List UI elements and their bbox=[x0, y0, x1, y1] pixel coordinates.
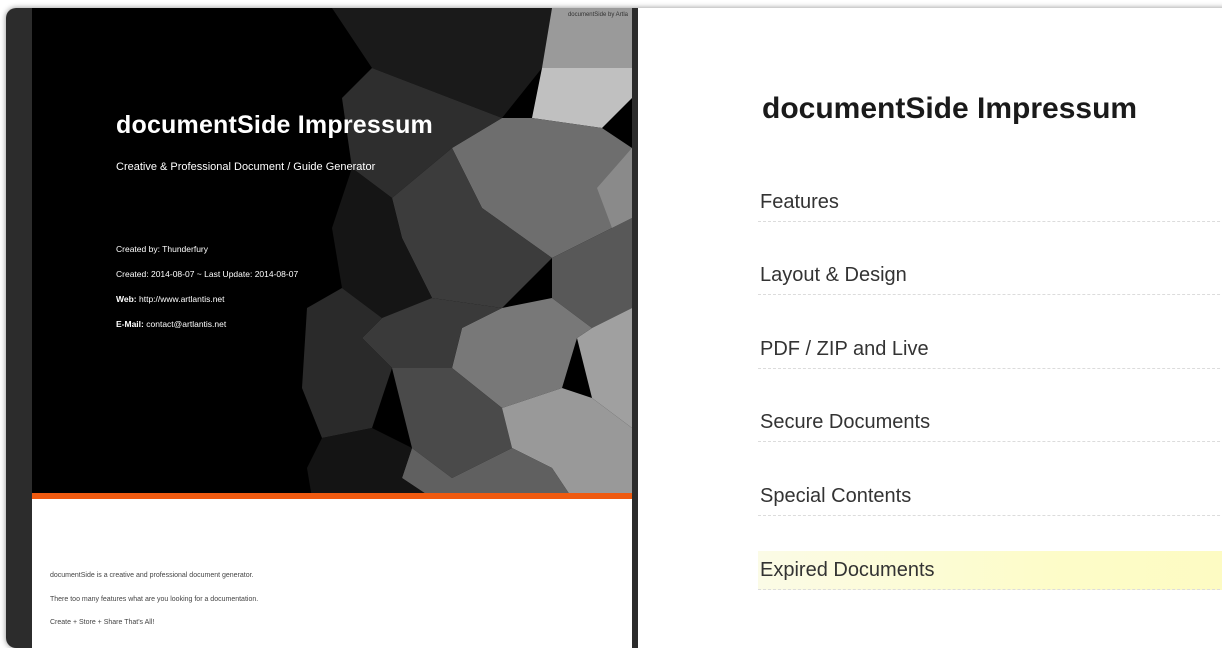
created-by-label: Created by: bbox=[116, 244, 160, 254]
web-link[interactable]: http://www.artlantis.net bbox=[139, 294, 225, 304]
meta-dates: Created: 2014-08-07 ~ Last Update: 2014-… bbox=[116, 269, 299, 279]
email-label: E-Mail: bbox=[116, 319, 144, 329]
cover-preview: documentSide by Artla documentSide Impre… bbox=[6, 8, 638, 648]
intro-line-3: Create + Store + Share That's All! bbox=[50, 619, 155, 626]
toc-item-expired-documents[interactable]: Expired Documents bbox=[758, 551, 1222, 590]
toc-item-secure-documents[interactable]: Secure Documents bbox=[758, 403, 1222, 442]
intro-line-1: documentSide is a creative and professio… bbox=[50, 572, 254, 579]
toc-item-layout-design[interactable]: Layout & Design bbox=[758, 256, 1222, 295]
meta-email: E-Mail: contact@artlantis.net bbox=[116, 319, 226, 329]
toc-item-pdf-zip-live[interactable]: PDF / ZIP and Live bbox=[758, 330, 1222, 369]
email-link[interactable]: contact@artlantis.net bbox=[146, 319, 226, 329]
cover-title: documentSide Impressum bbox=[116, 111, 433, 139]
meta-created-by: Created by: Thunderfury bbox=[116, 244, 208, 254]
toc-title: documentSide Impressum bbox=[762, 92, 1138, 125]
intro-section: documentSide is a creative and professio… bbox=[32, 499, 632, 648]
created-by-value: Thunderfury bbox=[162, 244, 209, 254]
cover-page: documentSide by Artla documentSide Impre… bbox=[32, 8, 632, 498]
cover-credit: documentSide by Artla bbox=[567, 12, 628, 18]
table-of-contents: documentSide Impressum Features Layout &… bbox=[638, 8, 1222, 648]
document-viewer: documentSide by Artla documentSide Impre… bbox=[6, 8, 1222, 648]
intro-line-2: There too many features what are you loo… bbox=[50, 596, 259, 603]
toc-item-special-contents[interactable]: Special Contents bbox=[758, 477, 1222, 516]
toc-item-features[interactable]: Features bbox=[758, 183, 1222, 222]
web-label: Web: bbox=[116, 294, 137, 304]
cover-subtitle: Creative & Professional Document / Guide… bbox=[116, 161, 376, 173]
meta-web: Web: http://www.artlantis.net bbox=[116, 294, 225, 304]
